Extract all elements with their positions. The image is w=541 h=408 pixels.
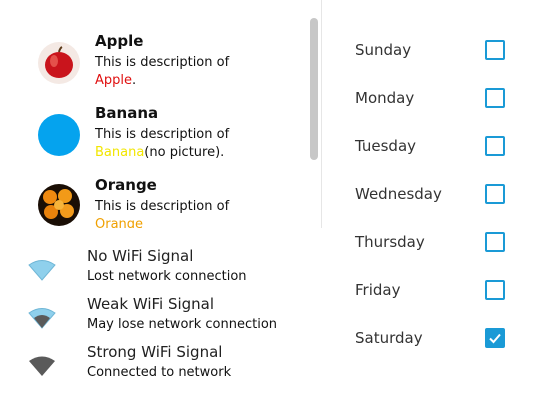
list-item-weak-wifi[interactable]: Weak WiFi Signal May lose network connec… [0,295,320,343]
day-label: Friday [355,281,401,299]
day-row-friday[interactable]: Friday [340,268,530,316]
scrollbar-thumb[interactable] [310,18,318,160]
day-checkbox[interactable] [485,88,505,108]
wifi-weak-icon [28,307,56,329]
desc-highlight: Apple [95,73,133,88]
day-row-saturday[interactable]: Saturday [340,316,530,364]
desc-text: This is description of [95,55,230,70]
desc-text: This is description of [95,199,230,214]
fruit-name: Orange [95,176,157,194]
fruit-description: This is description of Orange [95,198,310,228]
banana-placeholder-circle [38,114,80,156]
desc-highlight: Banana [95,145,145,160]
day-row-sunday[interactable]: Sunday [340,28,530,76]
orange-image [38,184,80,226]
wifi-strong-icon [28,355,56,377]
day-row-tuesday[interactable]: Tuesday [340,124,530,172]
fruit-name: Apple [95,32,144,50]
day-label: Wednesday [355,185,442,203]
list-item-apple[interactable]: Apple This is description of Apple. [0,32,300,104]
day-row-wednesday[interactable]: Wednesday [340,172,530,220]
wifi-subtitle: Connected to network [87,365,232,380]
day-checkbox[interactable] [485,280,505,300]
day-label: Monday [355,89,415,107]
wifi-none-icon [28,259,56,281]
wifi-title: Weak WiFi Signal [87,295,215,313]
day-checkbox[interactable] [485,136,505,156]
day-row-thursday[interactable]: Thursday [340,220,530,268]
desc-highlight: Orange [95,217,144,228]
day-checkbox[interactable] [485,40,505,60]
day-row-monday[interactable]: Monday [340,76,530,124]
desc-text: This is description of [95,127,230,142]
day-checkbox[interactable] [485,184,505,204]
fruit-name: Banana [95,104,159,122]
desc-suffix: (no picture). [144,145,225,160]
wifi-subtitle: May lose network connection [87,317,278,332]
day-label: Sunday [355,41,412,59]
wifi-title: No WiFi Signal [87,247,194,265]
list-item-orange[interactable]: Orange This is description of Orange [0,176,300,228]
apple-image [38,42,80,84]
fruit-description: This is description of Apple. [95,54,310,90]
fruit-list[interactable]: Apple This is description of Apple. Bana… [0,0,322,228]
desc-suffix: . [132,73,137,88]
fruit-description: This is description of Banana(no picture… [95,126,310,162]
checkmark-icon [489,333,501,344]
list-item-no-wifi[interactable]: No WiFi Signal Lost network connection [0,247,320,295]
list-item-strong-wifi[interactable]: Strong WiFi Signal Connected to network [0,343,320,391]
day-label: Tuesday [355,137,417,155]
wifi-title: Strong WiFi Signal [87,343,223,361]
day-label: Thursday [355,233,425,251]
wifi-subtitle: Lost network connection [87,269,247,284]
day-checkbox-checked[interactable] [485,328,505,348]
day-checkbox[interactable] [485,232,505,252]
list-item-banana[interactable]: Banana This is description of Banana(no … [0,104,300,176]
day-label: Saturday [355,329,423,347]
